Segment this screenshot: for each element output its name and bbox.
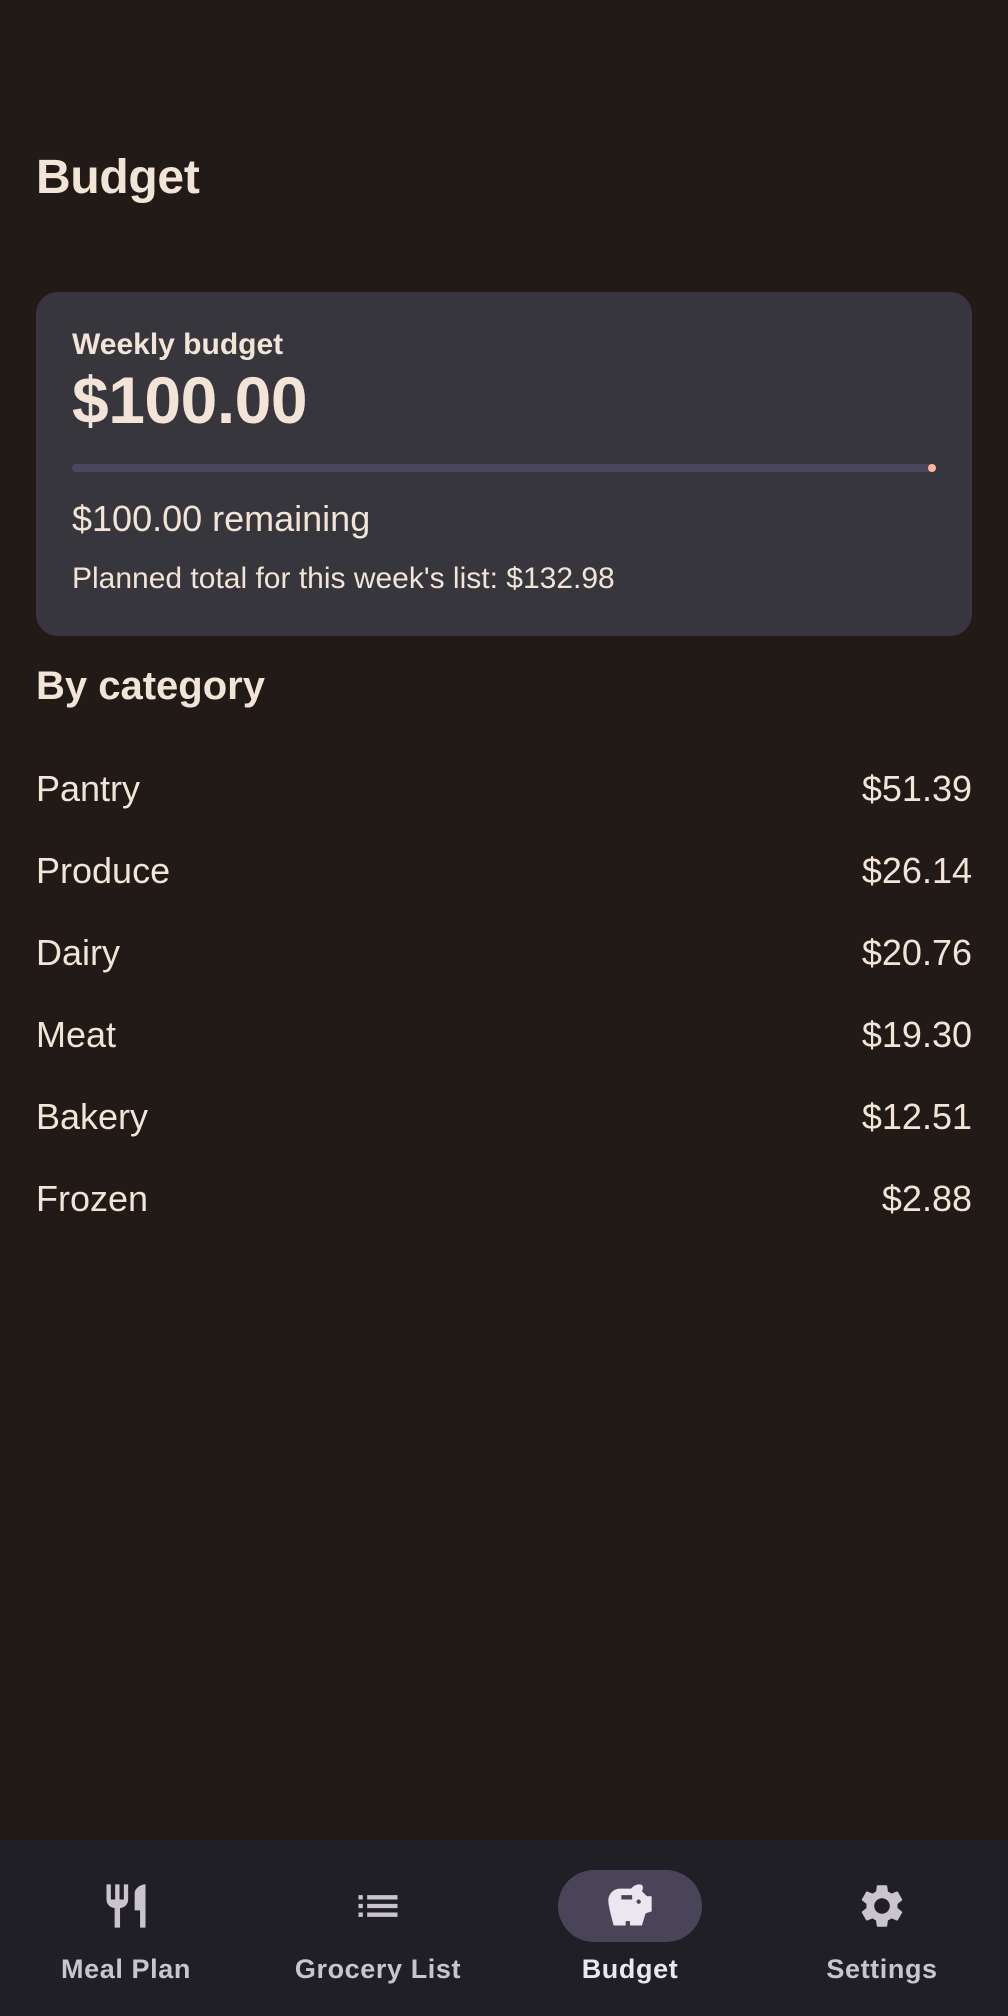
category-row-produce: Produce $26.14 bbox=[36, 830, 972, 912]
budget-progress-bar bbox=[72, 464, 936, 472]
category-name: Pantry bbox=[36, 768, 141, 809]
nav-label-meal-plan: Meal Plan bbox=[61, 1954, 191, 1984]
nav-label-budget: Budget bbox=[581, 1954, 679, 1984]
by-category-heading: By category bbox=[36, 664, 265, 708]
weekly-budget-card[interactable]: Weekly budget $100.00 $100.00 remaining … bbox=[36, 292, 972, 636]
category-name: Meat bbox=[36, 1014, 117, 1055]
nav-item-budget[interactable]: Budget bbox=[504, 1840, 756, 2016]
nav-label-grocery-list: Grocery List bbox=[294, 1954, 462, 1984]
nav-item-grocery-list[interactable]: Grocery List bbox=[252, 1840, 504, 2016]
nav-item-meal-plan[interactable]: Meal Plan bbox=[0, 1840, 252, 2016]
list-icon bbox=[358, 1895, 398, 1917]
category-list: Pantry $51.39 Produce $26.14 Dairy $20.7… bbox=[36, 748, 972, 1240]
category-name: Produce bbox=[36, 850, 171, 891]
category-name: Frozen bbox=[36, 1178, 149, 1219]
category-row-bakery: Bakery $12.51 bbox=[36, 1076, 972, 1158]
nav-item-settings[interactable]: Settings bbox=[756, 1840, 1008, 2016]
category-amount: $19.30 bbox=[861, 1014, 972, 1055]
piggy-bank-icon bbox=[608, 1884, 652, 1926]
page-title: Budget bbox=[36, 151, 200, 204]
gear-icon bbox=[861, 1885, 903, 1927]
weekly-budget-amount: $100.00 bbox=[72, 363, 308, 437]
category-row-meat: Meat $19.30 bbox=[36, 994, 972, 1076]
budget-progress-end-dot bbox=[928, 464, 936, 472]
category-amount: $26.14 bbox=[861, 850, 972, 891]
planned-total-text: Planned total for this week's list: $132… bbox=[72, 562, 615, 595]
category-name: Bakery bbox=[36, 1096, 149, 1137]
category-name: Dairy bbox=[36, 932, 121, 973]
category-amount: $20.76 bbox=[861, 932, 972, 973]
category-amount: $51.39 bbox=[861, 768, 972, 809]
utensils-icon bbox=[106, 1884, 146, 1928]
budget-screen: Budget Weekly budget $100.00 $100.00 rem… bbox=[0, 0, 1008, 2016]
bottom-navigation-bar: Meal Plan Grocery List Budget Settings bbox=[0, 1840, 1008, 2016]
category-row-frozen: Frozen $2.88 bbox=[36, 1158, 972, 1240]
category-amount: $2.88 bbox=[881, 1178, 972, 1219]
category-amount: $12.51 bbox=[861, 1096, 972, 1137]
weekly-budget-label: Weekly budget bbox=[72, 328, 284, 361]
category-row-dairy: Dairy $20.76 bbox=[36, 912, 972, 994]
nav-label-settings: Settings bbox=[826, 1954, 938, 1984]
budget-remaining-text: $100.00 remaining bbox=[72, 498, 371, 539]
category-row-pantry: Pantry $51.39 bbox=[36, 748, 972, 830]
